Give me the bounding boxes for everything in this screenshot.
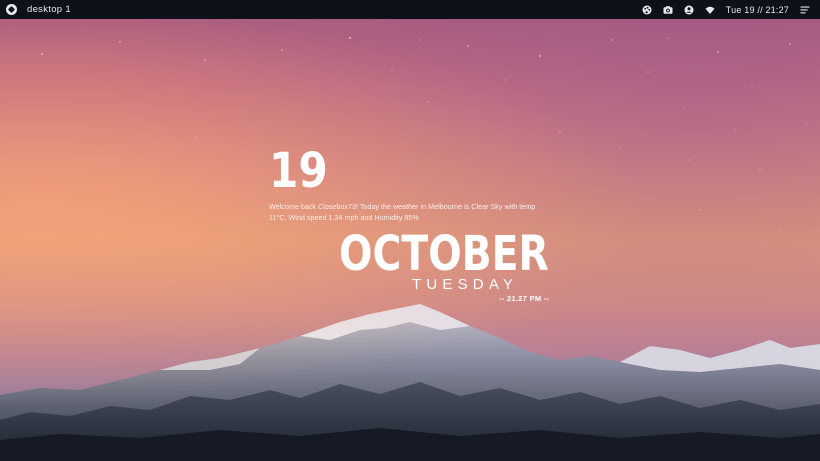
panel-clock[interactable]: Tue 19 // 21:27: [726, 5, 789, 15]
weather-welcome-text: Welcome back Closebox73! Today the weath…: [269, 202, 536, 222]
system-tray: Tue 19 // 21:27: [642, 5, 810, 15]
month-name: OCTOBER: [339, 226, 549, 282]
launcher-icon[interactable]: [6, 4, 17, 15]
day-number: 19: [269, 143, 328, 199]
menu-icon[interactable]: [800, 5, 810, 15]
time-readout: -- 21.27 PM --: [499, 294, 550, 303]
top-panel: desktop 1 Tue 19 // 21:27: [0, 0, 820, 19]
weekday-name: TUESDAY: [412, 276, 519, 293]
wifi-icon[interactable]: [705, 5, 715, 15]
desktop-clock-widget: 19 Welcome back Closebox73! Today the we…: [0, 0, 820, 461]
workspace-label[interactable]: desktop 1: [27, 4, 71, 15]
camera-icon[interactable]: [663, 5, 673, 15]
user-icon[interactable]: [684, 5, 694, 15]
palette-icon[interactable]: [642, 5, 652, 15]
